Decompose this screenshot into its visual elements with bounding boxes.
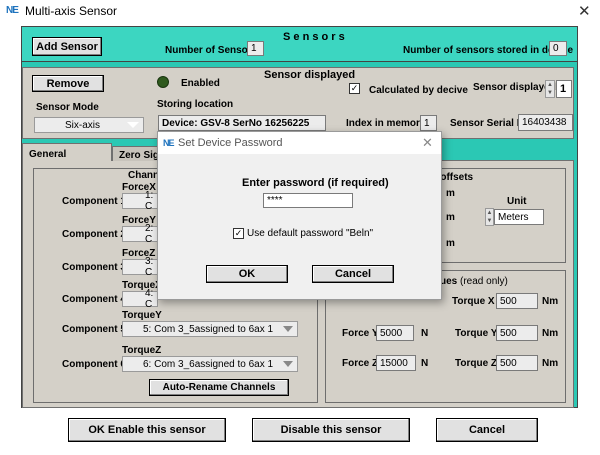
chevron-down-icon: [127, 122, 139, 128]
component-1-dropdown[interactable]: 1: C: [122, 190, 158, 212]
auto-rename-button[interactable]: Auto-Rename Channels: [149, 379, 289, 396]
calculated-label: Calculated by decive: [369, 85, 468, 96]
enabled-label: Enabled: [181, 78, 220, 89]
component-5-label: Component 5:: [62, 324, 130, 335]
window-title: Multi-axis Sensor: [25, 4, 118, 18]
component-2-value: 2: C: [145, 223, 154, 245]
component-5-dropdown[interactable]: 5: Com 3_5assigned to 6ax 1: [122, 321, 298, 337]
close-icon[interactable]: ✕: [578, 2, 591, 20]
num-sensors-label: Number of Sensors: [165, 45, 258, 56]
offset-unit-m2: m: [446, 212, 455, 223]
sensor-displayed-field[interactable]: 1: [556, 80, 572, 98]
index-memory-field: 1: [420, 115, 437, 131]
component-3-value: 3: C: [145, 256, 154, 278]
dialog-logo-icon: NE: [163, 138, 174, 148]
unit-spinner[interactable]: ▲ ▼: [485, 208, 494, 226]
component-6-value: 6: Com 3_6assigned to 6ax 1: [143, 358, 274, 370]
cancel-button[interactable]: Cancel: [436, 418, 538, 442]
component-3-dropdown[interactable]: 3: C: [122, 256, 158, 278]
torque-x-label: Torque X: [452, 296, 495, 307]
sensor-mode-value: Six-axis: [65, 119, 101, 131]
dialog-title: Set Device Password: [178, 137, 283, 149]
component-2-dropdown[interactable]: 2: C: [122, 223, 158, 245]
stored-sensors-field: 0: [549, 41, 567, 56]
add-sensor-button[interactable]: Add Sensor: [32, 37, 102, 56]
sensors-heading: S e n s o r s: [283, 31, 345, 43]
force-z-label: Force Z: [342, 358, 379, 369]
force-z-field: 15000: [376, 355, 416, 371]
force-y-unit: N: [421, 328, 429, 339]
component-3-label: Component 3:: [62, 262, 130, 273]
sensor-displayed-heading: Sensor displayed: [264, 69, 356, 81]
force-y-field: 5000: [376, 325, 414, 341]
password-prompt: Enter password (if required): [242, 177, 389, 189]
num-sensors-field: 1: [247, 41, 264, 56]
default-password-checkbox[interactable]: ✓: [233, 228, 244, 239]
tab-general-label: General: [29, 149, 67, 160]
sensor-mode-dropdown[interactable]: Six-axis: [34, 117, 144, 133]
chevron-down-icon: [283, 361, 293, 367]
dialog-close-icon[interactable]: ✕: [422, 135, 433, 151]
component-4-value: 4: C: [145, 288, 154, 310]
app-logo-icon: NE: [6, 5, 19, 16]
component-4-dropdown[interactable]: 4: C: [122, 288, 158, 310]
torque-x-field: 500: [496, 293, 538, 309]
component-2-label: Component 2:: [62, 229, 130, 240]
force-y-label: Force Y: [342, 328, 379, 339]
component-6-dropdown[interactable]: 6: Com 3_6assigned to 6ax 1: [122, 356, 298, 372]
component-5-axis: TorqueY: [122, 310, 162, 321]
component-1-label: Component 1:: [62, 196, 130, 207]
serial-no-field: 16403438: [518, 114, 573, 131]
calculated-checkbox[interactable]: ✓: [349, 83, 360, 94]
sensor-displayed-label: Sensor displayed: [473, 82, 556, 93]
offset-unit-m3: m: [446, 238, 455, 249]
sensor-spinner[interactable]: ▲ ▼: [545, 80, 555, 98]
torque-z-label: Torque Z: [455, 358, 498, 369]
index-memory-label: Index in memory: [346, 118, 426, 129]
values-heading-text: ues: [440, 276, 458, 287]
ok-enable-button[interactable]: OK Enable this sensor: [68, 418, 226, 442]
unit-field[interactable]: Meters: [494, 209, 544, 225]
disable-sensor-button[interactable]: Disable this sensor: [252, 418, 410, 442]
read-only-label: (read only): [460, 276, 508, 287]
remove-button[interactable]: Remove: [32, 75, 104, 92]
title-bar: NE Multi-axis Sensor ✕: [0, 0, 600, 22]
torque-y-field: 500: [496, 325, 538, 341]
torque-z-field: 500: [496, 355, 538, 371]
component-6-axis: TorqueZ: [122, 345, 162, 356]
torque-y-label: Torque Y: [455, 328, 498, 339]
chevron-down-icon: [283, 326, 293, 332]
torque-z-unit: Nm: [542, 358, 559, 369]
torque-y-unit: Nm: [542, 328, 559, 339]
unit-label: Unit: [507, 196, 527, 207]
storing-location-field: Device: GSV-8 SerNo 16256225: [158, 115, 326, 131]
dialog-cancel-button[interactable]: Cancel: [312, 265, 394, 283]
default-password-label: Use default password "Beln": [247, 228, 374, 239]
component-1-value: 1: C: [145, 190, 154, 212]
component-6-label: Component 6:: [62, 359, 130, 370]
offset-unit-m1: m: [446, 188, 455, 199]
enabled-led-icon: [157, 76, 169, 88]
tab-general[interactable]: General: [22, 143, 112, 161]
sensor-mode-label: Sensor Mode: [36, 102, 99, 113]
dialog-ok-button[interactable]: OK: [206, 265, 288, 283]
force-z-unit: N: [421, 358, 429, 369]
torque-x-unit: Nm: [542, 296, 559, 307]
component-4-label: Component 4:: [62, 294, 130, 305]
password-dialog: NE Set Device Password ✕ Enter password …: [157, 131, 442, 300]
values-heading: ues (read only): [440, 276, 508, 287]
stored-sensors-label: Number of sensors stored in device: [403, 45, 574, 56]
storing-location-label: Storing location: [157, 99, 234, 110]
component-5-value: 5: Com 3_5assigned to 6ax 1: [143, 323, 274, 335]
password-field[interactable]: ****: [263, 193, 353, 208]
